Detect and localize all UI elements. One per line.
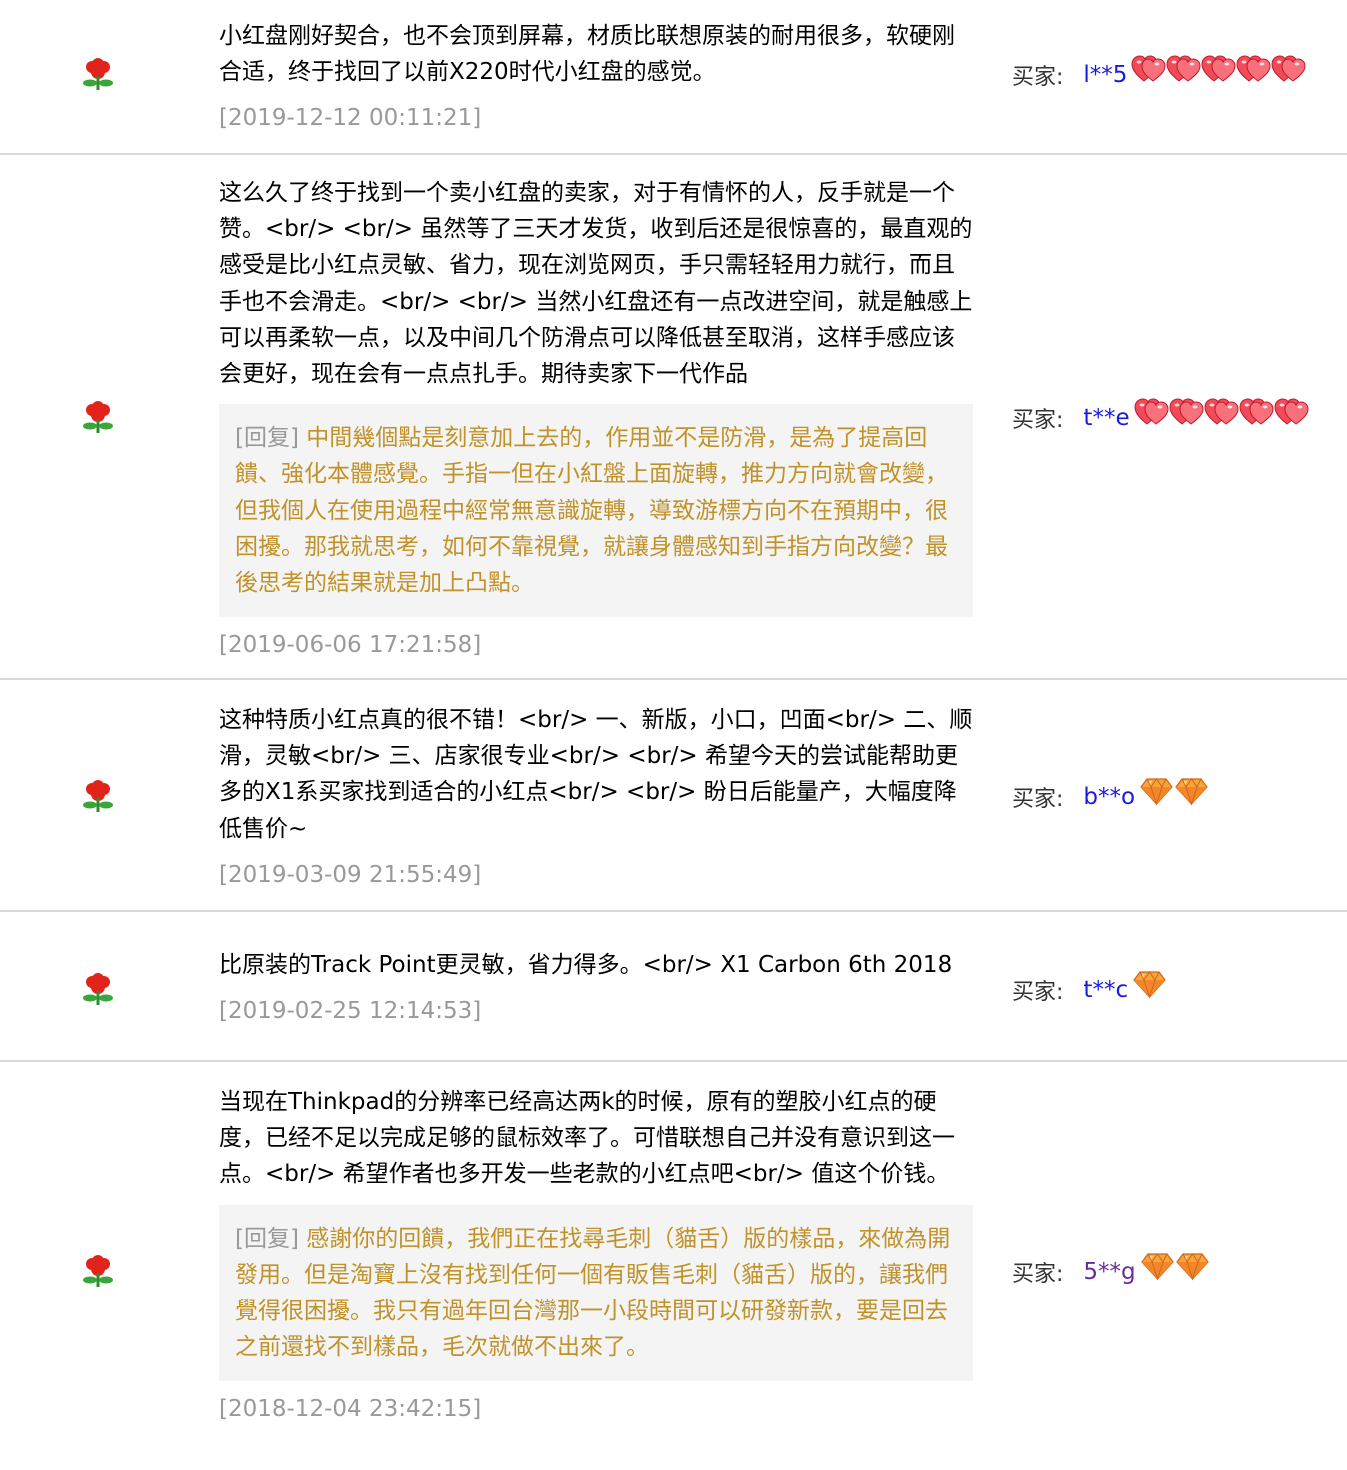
- buyer-label: 买家:: [1012, 65, 1064, 90]
- buyer-name[interactable]: b**o: [1083, 784, 1135, 810]
- buyer-credit-badges: [1134, 397, 1309, 427]
- seller-reply: [回复] 感謝你的回饋，我們正在找尋毛刺（貓舌）版的樣品，來做為開發用。但是淘寶…: [219, 1204, 973, 1382]
- review-row: 这么久了终于找到一个卖小红盘的卖家，对于有情怀的人，反手就是一个赞。<br/> …: [0, 155, 1347, 680]
- buyer-credit-badges: [1132, 969, 1167, 999]
- buyer-label: 买家:: [1012, 1262, 1064, 1287]
- review-text: 这种特质小红点真的很不错！<br/> 一、新版，小口，凹面<br/> 二、顺滑，…: [219, 707, 973, 842]
- buyer-info: 买家: t**c: [1012, 969, 1167, 1008]
- diamond-icon: [1175, 1253, 1209, 1281]
- red-heart-icon: [1271, 55, 1306, 82]
- red-heart-icon: [1204, 398, 1239, 425]
- review-row: 小红盘刚好契合，也不会顶到屏幕，材质比联想原装的耐用很多，软硬刚合适，终于找回了…: [0, 0, 1347, 155]
- review-text: 小红盘刚好契合，也不会顶到屏幕，材质比联想原装的耐用很多，软硬刚合适，终于找回了…: [219, 23, 955, 86]
- diamond-icon: [1140, 1253, 1174, 1281]
- buyer-label: 买家:: [1012, 980, 1064, 1005]
- reply-tag: [回复]: [235, 1225, 299, 1252]
- buyer-credit-badges: [1139, 776, 1209, 806]
- buyer-info: 买家: 5**g: [1012, 1251, 1210, 1290]
- reply-text: 感謝你的回饋，我們正在找尋毛刺（貓舌）版的樣品，來做為開發用。但是淘寶上沒有找到…: [235, 1225, 951, 1361]
- red-heart-icon: [1201, 55, 1236, 82]
- rose-rating-icon: [83, 780, 113, 812]
- buyer-info: 买家: t**e: [1012, 397, 1309, 436]
- review-date: [2019-03-09 21:55:49]: [219, 861, 482, 888]
- reply-text: 中間幾個點是刻意加上去的，作用並不是防滑，是為了提高回饋、強化本體感覺。手指一但…: [235, 425, 948, 597]
- red-heart-icon: [1239, 398, 1274, 425]
- seller-reply: [回复] 中間幾個點是刻意加上去的，作用並不是防滑，是為了提高回饋、強化本體感覺…: [219, 404, 973, 618]
- review-text: 当现在Thinkpad的分辨率已经高达两k的时候，原有的塑胶小红点的硬度，已经不…: [219, 1089, 955, 1188]
- review-row: 当现在Thinkpad的分辨率已经高达两k的时候，原有的塑胶小红点的硬度，已经不…: [0, 1062, 1347, 1470]
- buyer-info: 买家: b**o: [1012, 776, 1209, 815]
- review-text: 这么久了终于找到一个卖小红盘的卖家，对于有情怀的人，反手就是一个赞。<br/> …: [219, 180, 973, 388]
- red-heart-icon: [1166, 55, 1201, 82]
- review-date: [2019-06-06 17:21:58]: [219, 632, 482, 659]
- review-row: 比原装的Track Point更灵敏，省力得多。<br/> X1 Carbon …: [0, 912, 1347, 1062]
- buyer-label: 买家:: [1012, 787, 1064, 812]
- buyer-name[interactable]: l**5: [1083, 62, 1127, 88]
- review-row: 这种特质小红点真的很不错！<br/> 一、新版，小口，凹面<br/> 二、顺滑，…: [0, 680, 1347, 912]
- rose-rating-icon: [83, 973, 113, 1005]
- diamond-icon: [1175, 778, 1208, 806]
- review-date: [2019-02-25 12:14:53]: [219, 998, 482, 1025]
- rose-rating-icon: [83, 401, 113, 433]
- review-date: [2018-12-04 23:42:15]: [219, 1396, 482, 1423]
- buyer-info: 买家: l**5: [1012, 54, 1306, 93]
- red-heart-icon: [1169, 398, 1204, 425]
- buyer-credit-badges: [1131, 54, 1306, 84]
- buyer-label: 买家:: [1012, 408, 1064, 433]
- red-heart-icon: [1134, 398, 1169, 425]
- review-text: 比原装的Track Point更灵敏，省力得多。<br/> X1 Carbon …: [219, 952, 953, 978]
- diamond-icon: [1133, 971, 1166, 999]
- red-heart-icon: [1131, 55, 1166, 82]
- rose-rating-icon: [83, 58, 113, 90]
- buyer-name[interactable]: t**e: [1083, 405, 1129, 431]
- red-heart-icon: [1236, 55, 1271, 82]
- diamond-icon: [1140, 778, 1173, 806]
- reply-tag: [回复]: [235, 425, 299, 452]
- review-date: [2019-12-12 00:11:21]: [219, 105, 482, 132]
- red-heart-icon: [1274, 398, 1309, 425]
- rose-rating-icon: [83, 1255, 113, 1287]
- buyer-name[interactable]: t**c: [1083, 977, 1128, 1003]
- buyer-name[interactable]: 5**g: [1083, 1259, 1135, 1285]
- buyer-credit-badges: [1140, 1251, 1210, 1281]
